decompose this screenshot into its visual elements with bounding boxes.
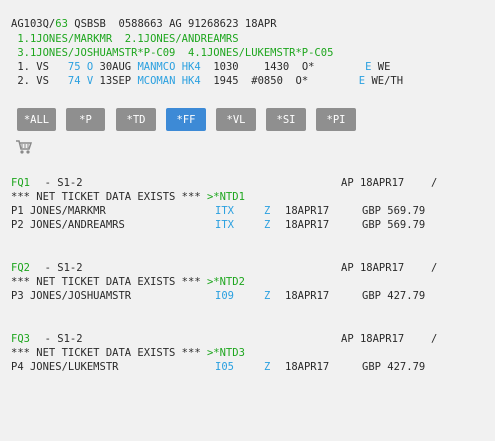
segment-e-flag[interactable]: E	[359, 75, 365, 87]
net-ticket-data-line: *** NET TICKET DATA EXISTS *** >*NTD3	[11, 347, 245, 360]
fare-ap-date: AP 18APR17	[341, 262, 405, 274]
net-ticket-data-line: *** NET TICKET DATA EXISTS *** >*NTD2	[11, 276, 245, 289]
fare-segment-range: - S1-2	[32, 177, 83, 189]
fare-amount: GBP 569.79	[362, 219, 426, 231]
fare-ap-date: AP 18APR17	[341, 177, 405, 189]
segment-days: WE	[377, 61, 391, 73]
fare-date: 18APR17	[285, 361, 330, 373]
segment-route[interactable]: MCOMAN	[137, 75, 175, 87]
record-prefix: AG103Q/	[11, 18, 56, 30]
fare-code[interactable]: ITX	[215, 205, 234, 218]
fare-slash: /	[431, 262, 438, 274]
fare-slash: /	[431, 333, 438, 345]
net-ticket-link[interactable]: >*NTD3	[207, 347, 245, 359]
fare-z[interactable]: Z	[264, 219, 270, 232]
net-ticket-text: *** NET TICKET DATA EXISTS ***	[11, 347, 207, 359]
record-number[interactable]: 63	[55, 18, 68, 30]
segment-misc: O*	[289, 61, 315, 73]
segment-flight[interactable]: 75 O	[49, 61, 93, 73]
fare-pax: P1 JONES/MARKMR	[11, 205, 106, 217]
segment-arr: #0850	[238, 75, 283, 87]
td-button[interactable]: *TD	[116, 108, 156, 131]
fare-date: 18APR17	[285, 290, 330, 302]
fare-pax: P3 JONES/JOSHUAMSTR	[11, 290, 132, 302]
segment-e-flag[interactable]: E	[365, 61, 371, 73]
fare-slash: /	[431, 177, 438, 189]
shopping-cart-icon[interactable]	[15, 139, 33, 155]
fare-ap-date: AP 18APR17	[341, 333, 405, 345]
segment-row: 2. VS 74 V 13SEP MCOMAN HK4 1945 #0850 O…	[11, 75, 403, 88]
fare-pax: P4 JONES/LUKEMSTR	[11, 361, 119, 373]
fare-date: 18APR17	[285, 205, 330, 217]
si-button[interactable]: *SI	[266, 108, 306, 131]
segment-date: 30AUG	[93, 61, 132, 73]
fare-quote-id[interactable]: FQ1	[11, 177, 30, 190]
fare-segment-range: - S1-2	[32, 333, 83, 345]
segment-seq: 2. VS	[11, 75, 49, 87]
segment-route[interactable]: MANMCO	[137, 61, 175, 73]
all-button[interactable]: *ALL	[17, 108, 56, 131]
net-ticket-text: *** NET TICKET DATA EXISTS ***	[11, 191, 207, 203]
net-ticket-link[interactable]: >*NTD2	[207, 276, 245, 288]
fare-amount: GBP 569.79	[362, 205, 426, 217]
segment-date: 13SEP	[93, 75, 132, 87]
net-ticket-text: *** NET TICKET DATA EXISTS ***	[11, 276, 207, 288]
segment-status[interactable]: HK4	[182, 61, 201, 73]
fare-quote-id[interactable]: FQ3	[11, 333, 30, 346]
vl-button[interactable]: *VL	[216, 108, 256, 131]
record-details: QSBSB 0588663 AG 91268623 18APR	[67, 18, 277, 30]
fare-z[interactable]: Z	[264, 361, 270, 374]
fare-quote-id[interactable]: FQ2	[11, 262, 30, 275]
passenger-names-row-2[interactable]: 3.1JONES/JOSHUAMSTR*P-C09 4.1JONES/LUKEM…	[11, 47, 333, 60]
record-locator-line: AG103Q/63 QSBSB 0588663 AG 91268623 18AP…	[11, 18, 277, 31]
segment-status[interactable]: HK4	[182, 75, 201, 87]
segment-flight[interactable]: 74 V	[49, 75, 93, 87]
segment-dep: 1030	[200, 61, 239, 73]
segment-row: 1. VS 75 O 30AUG MANMCO HK4 1030 1430 O*…	[11, 61, 390, 74]
segment-arr: 1430	[238, 61, 290, 73]
segment-dep: 1945	[200, 75, 239, 87]
segment-days: WE/TH	[371, 75, 404, 87]
fare-code[interactable]: I09	[215, 290, 234, 303]
pi-button[interactable]: *PI	[316, 108, 356, 131]
fare-code[interactable]: ITX	[215, 219, 234, 232]
segment-misc: O*	[282, 75, 309, 87]
fare-z[interactable]: Z	[264, 205, 270, 218]
net-ticket-link[interactable]: >*NTD1	[207, 191, 245, 203]
fare-code[interactable]: I05	[215, 361, 234, 374]
ff-button[interactable]: *FF	[166, 108, 206, 131]
net-ticket-data-line: *** NET TICKET DATA EXISTS *** >*NTD1	[11, 191, 245, 204]
p-button[interactable]: *P	[66, 108, 105, 131]
segment-seq: 1. VS	[11, 61, 49, 73]
fare-amount: GBP 427.79	[362, 290, 426, 302]
passenger-names-row-1[interactable]: 1.1JONES/MARKMR 2.1JONES/ANDREAMRS	[11, 33, 238, 46]
fare-amount: GBP 427.79	[362, 361, 426, 373]
fare-pax: P2 JONES/ANDREAMRS	[11, 219, 125, 231]
fare-z[interactable]: Z	[264, 290, 270, 303]
fare-segment-range: - S1-2	[32, 262, 83, 274]
fare-date: 18APR17	[285, 219, 330, 231]
